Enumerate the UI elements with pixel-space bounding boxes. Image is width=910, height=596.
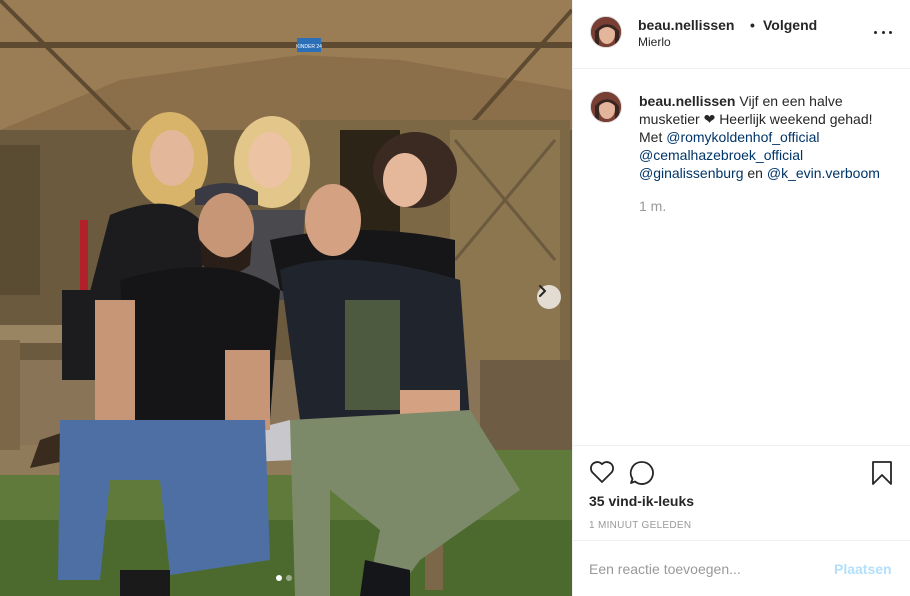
avatar[interactable] (590, 91, 622, 123)
tent-sign-text: KINDER 24 (296, 44, 322, 50)
mention-link[interactable]: @k_evin.verboom (767, 165, 880, 181)
mention-link[interactable]: @cemalhazebroek_official (639, 147, 803, 163)
post-sidebar: beau.nellissen • Volgend Mierlo beau.nel… (572, 0, 910, 596)
chevron-right-icon (539, 285, 546, 297)
comment-form: Plaatsen (573, 540, 910, 596)
post-author-username[interactable]: beau.nellissen (638, 17, 734, 33)
separator-dot: • (750, 17, 755, 33)
post-timestamp: 1 MINUUT GELEDEN (589, 520, 692, 531)
carousel-indicator (276, 575, 292, 581)
like-button[interactable] (589, 460, 615, 489)
more-options-icon[interactable] (874, 24, 892, 40)
carousel-next-button[interactable] (537, 285, 561, 309)
post-comment-button[interactable]: Plaatsen (834, 561, 892, 577)
carousel-dot-active (276, 575, 282, 581)
avatar-image (591, 17, 621, 47)
save-button[interactable] (871, 460, 893, 491)
avatar[interactable] (590, 16, 622, 48)
post-location[interactable]: Mierlo (638, 35, 671, 49)
bookmark-icon (872, 461, 892, 485)
carousel-dot (286, 575, 292, 581)
post-actions: 35 vind-ik-leuks 1 MINUUT GELEDEN (573, 445, 910, 540)
caption-section: beau.nellissen Vijf en een halve musketi… (573, 69, 910, 445)
heart-icon (590, 461, 614, 483)
caption-text: beau.nellissen Vijf en een halve musketi… (639, 92, 895, 182)
group-photo-illustration: KINDER 24 (0, 0, 572, 596)
post-photo[interactable]: KINDER 24 (0, 0, 572, 596)
comment-icon (629, 461, 654, 485)
comment-input[interactable] (589, 559, 819, 579)
post-header: beau.nellissen • Volgend Mierlo (573, 0, 910, 69)
mention-link[interactable]: @romykoldenhof_official (666, 129, 819, 145)
avatar-image (591, 92, 621, 122)
caption-username[interactable]: beau.nellissen (639, 93, 735, 109)
caption-connector: en (747, 165, 763, 181)
follow-button[interactable]: Volgend (763, 17, 817, 33)
comment-button[interactable] (629, 460, 655, 491)
caption-timestamp: 1 m. (639, 198, 667, 214)
mention-link[interactable]: @ginalissenburg (639, 165, 744, 181)
likes-count[interactable]: 35 vind-ik-leuks (589, 493, 694, 509)
